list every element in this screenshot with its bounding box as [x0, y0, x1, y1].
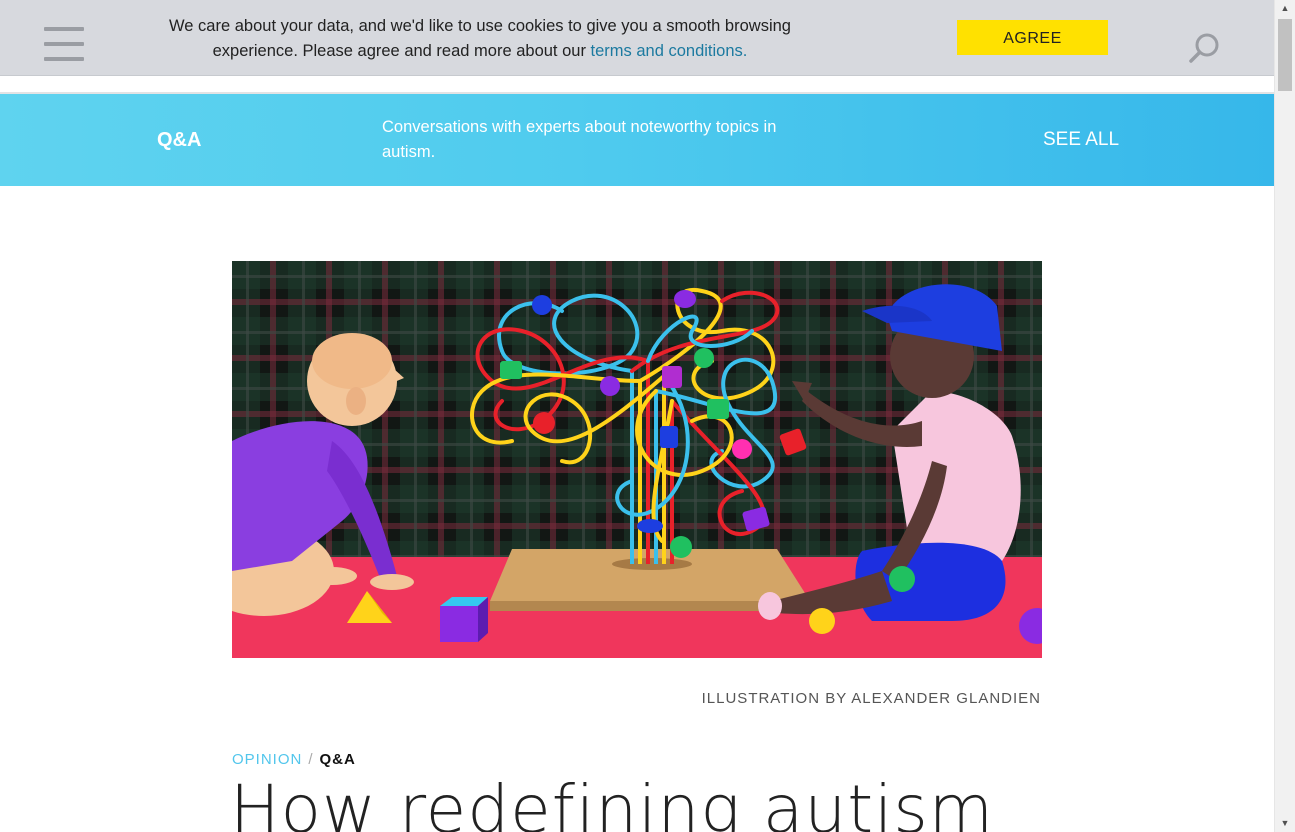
terms-and-conditions-link[interactable]: terms and conditions. — [591, 42, 748, 60]
illustration-caption: ILLUSTRATION BY ALEXANDER GLANDIEN — [701, 690, 1041, 707]
vertical-scrollbar[interactable]: ▲ ▼ — [1274, 0, 1295, 832]
scroll-up-arrow-icon[interactable]: ▲ — [1275, 0, 1295, 17]
cookie-message: We care about your data, and we'd like t… — [150, 14, 810, 64]
menu-line — [44, 27, 84, 31]
breadcrumb: OPINION / Q&A — [232, 750, 356, 770]
page-content: We care about your data, and we'd like t… — [0, 0, 1274, 832]
article-title: How redefining autism — [230, 771, 995, 832]
see-all-link[interactable]: SEE ALL — [1043, 127, 1119, 153]
banner-description: Conversations with experts about notewor… — [382, 118, 777, 161]
breadcrumb-opinion-link[interactable]: OPINION — [232, 751, 302, 768]
agree-button[interactable]: AGREE — [957, 20, 1108, 55]
breadcrumb-qa-link[interactable]: Q&A — [320, 751, 356, 768]
cookie-consent-bar: We care about your data, and we'd like t… — [0, 0, 1274, 76]
search-icon[interactable] — [1188, 30, 1222, 64]
toy-base-hole — [612, 558, 692, 570]
qa-banner: Q&A Conversations with experts about not… — [0, 94, 1274, 186]
scrollbar-thumb[interactable] — [1278, 19, 1292, 91]
hamburger-menu-icon[interactable] — [44, 27, 84, 63]
menu-line — [44, 57, 84, 61]
page: We care about your data, and we'd like t… — [0, 0, 1295, 832]
banner-title[interactable]: Q&A — [157, 127, 201, 153]
hero-illustration — [232, 261, 1042, 658]
breadcrumb-separator: / — [308, 751, 314, 768]
scroll-down-arrow-icon[interactable]: ▼ — [1275, 815, 1295, 832]
menu-line — [44, 42, 84, 46]
